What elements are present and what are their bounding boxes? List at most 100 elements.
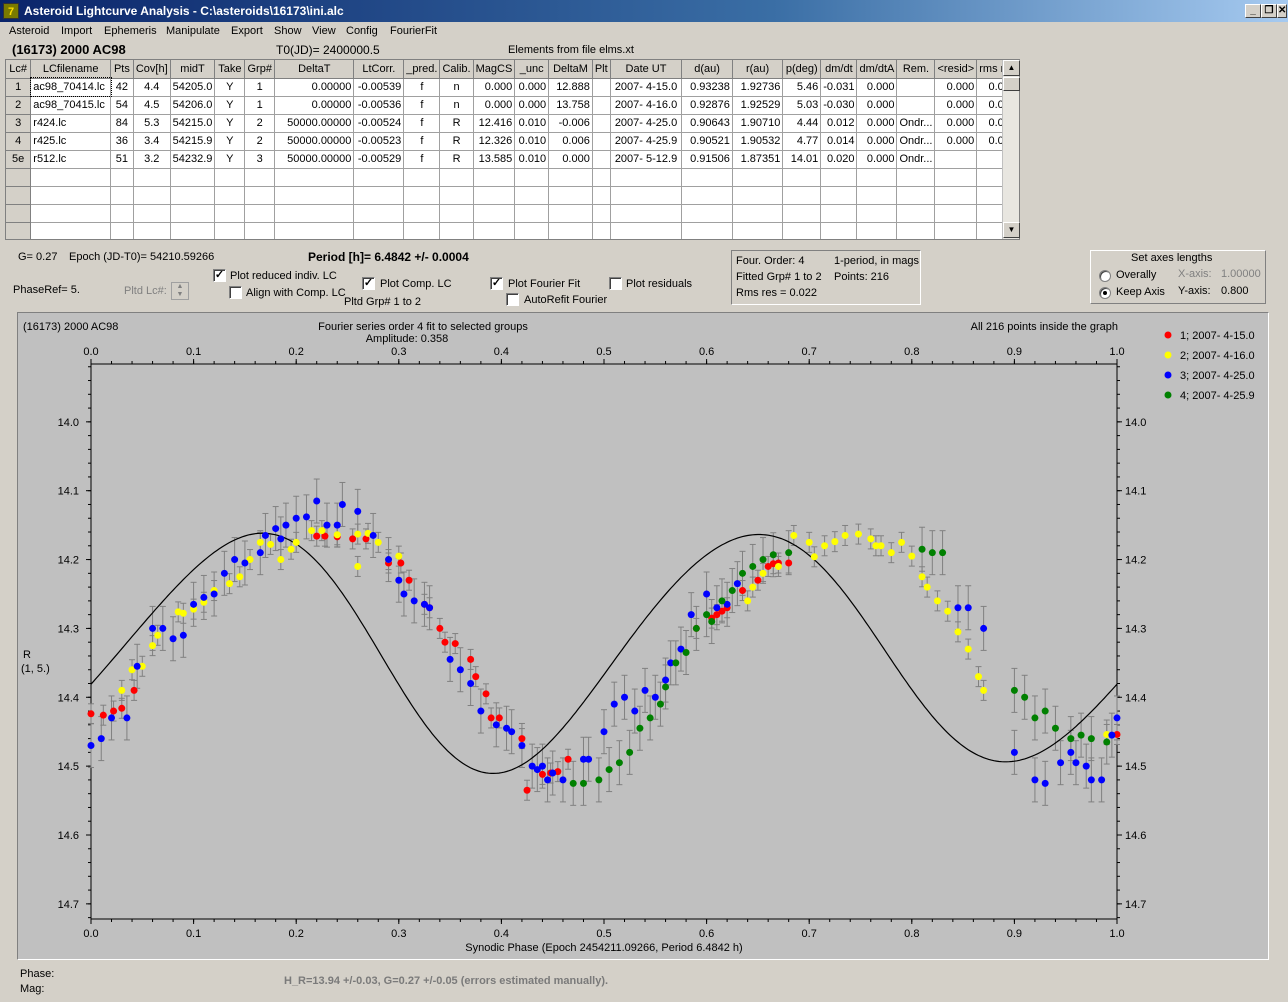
table-cell[interactable] <box>110 168 134 187</box>
column-header[interactable]: r(au) <box>732 60 784 79</box>
table-cell[interactable] <box>403 168 441 187</box>
table-cell[interactable] <box>592 186 611 205</box>
lightcurve-plot[interactable]: (16173) 2000 AC98 Fourier series order 4… <box>17 312 1269 960</box>
table-scrollbar[interactable]: ▲ ▼ <box>1002 60 1020 239</box>
table-cell[interactable] <box>856 222 898 239</box>
table-cell[interactable] <box>244 222 276 239</box>
menu-import[interactable]: Import <box>61 25 92 37</box>
table-cell[interactable] <box>610 204 683 223</box>
table-cell[interactable]: n <box>439 96 474 115</box>
table-cell[interactable]: 54215.9 <box>170 132 216 151</box>
column-header[interactable]: LtCorr. <box>353 60 405 79</box>
table-cell[interactable]: -0.030 <box>820 96 858 115</box>
table-cell[interactable] <box>732 186 784 205</box>
table-cell[interactable]: 2007- 4-16.0 <box>610 96 683 115</box>
table-cell[interactable]: 50000.00000 <box>274 150 355 169</box>
table-cell[interactable] <box>170 204 216 223</box>
table-cell[interactable] <box>856 168 898 187</box>
table-cell[interactable]: -0.031 <box>820 78 858 97</box>
table-cell[interactable]: 0.000 <box>934 114 978 133</box>
table-row[interactable]: 1 ac98_70414.lc 42 4.4 54205.0 Y 1 0.00000 -0.00… <box>6 77 1019 97</box>
menu-view[interactable]: View <box>312 25 336 37</box>
table-cell[interactable] <box>214 186 246 205</box>
table-cell[interactable]: Y <box>214 114 246 133</box>
table-cell[interactable] <box>514 168 550 187</box>
table-cell[interactable] <box>681 186 733 205</box>
table-cell[interactable]: 0.000 <box>856 96 898 115</box>
column-header[interactable]: Pts <box>110 60 134 79</box>
table-cell[interactable]: 0.010 <box>514 114 550 133</box>
table-cell[interactable]: 42 <box>110 78 134 97</box>
table-cell[interactable] <box>592 168 611 187</box>
table-cell[interactable]: r512.lc <box>30 150 112 169</box>
table-cell[interactable]: 1.92736 <box>732 78 784 97</box>
table-cell[interactable]: 1.87351 <box>732 150 784 169</box>
menu-config[interactable]: Config <box>346 25 378 37</box>
column-header[interactable]: _unc <box>514 60 550 79</box>
scroll-thumb[interactable] <box>1003 77 1020 91</box>
table-cell[interactable]: 0.006 <box>548 132 593 151</box>
column-header[interactable]: Take <box>214 60 246 79</box>
table-cell[interactable]: 0.00000 <box>274 96 355 115</box>
table-cell[interactable] <box>30 186 112 205</box>
table-cell[interactable]: 50000.00000 <box>274 132 355 151</box>
table-cell[interactable] <box>610 222 683 239</box>
table-cell[interactable]: 2007- 4-15.0 <box>610 78 683 97</box>
table-cell[interactable]: 0.93238 <box>681 78 733 97</box>
table-cell[interactable] <box>473 204 516 223</box>
menu-show[interactable]: Show <box>274 25 302 37</box>
table-cell[interactable]: -0.00529 <box>353 150 405 169</box>
pltd-lc-spinner[interactable]: ▲ ▼ <box>171 282 189 300</box>
table-row[interactable]: 3 r424.lc 84 5.3 54215.0 Y 2 50000.00000 -0.0052… <box>6 114 1019 133</box>
table-cell[interactable] <box>896 78 936 97</box>
table-cell[interactable] <box>820 204 858 223</box>
table-cell[interactable] <box>170 186 216 205</box>
row-header-cell[interactable] <box>6 204 32 223</box>
row-header-cell[interactable]: 3 <box>6 114 32 133</box>
table-cell[interactable]: 54 <box>110 96 134 115</box>
table-cell[interactable] <box>820 168 858 187</box>
table-cell[interactable]: 0.000 <box>856 78 898 97</box>
menu-ephemeris[interactable]: Ephemeris <box>104 25 157 37</box>
table-cell[interactable]: Y <box>214 150 246 169</box>
column-header[interactable]: Date UT <box>610 60 683 79</box>
table-cell[interactable]: 54205.0 <box>170 78 216 97</box>
table-cell[interactable]: R <box>439 132 474 151</box>
table-cell[interactable] <box>820 222 858 239</box>
table-cell[interactable]: 51 <box>110 150 134 169</box>
table-cell[interactable]: 12.888 <box>548 78 593 97</box>
table-cell[interactable]: 0.90521 <box>681 132 733 151</box>
table-row[interactable]: 5e r512.lc 51 3.2 54232.9 Y 3 50000.00000 -0.005… <box>6 150 1019 169</box>
table-cell[interactable] <box>30 204 112 223</box>
table-cell[interactable] <box>30 222 112 239</box>
column-header[interactable]: Plt <box>592 60 611 79</box>
table-cell[interactable]: -0.00539 <box>353 78 405 97</box>
plot-reduced-checkbox[interactable]: ✓ <box>213 269 226 282</box>
table-cell[interactable]: R <box>439 114 474 133</box>
table-cell[interactable] <box>592 78 611 97</box>
table-cell[interactable]: f <box>403 78 441 97</box>
table-cell[interactable]: 0.000 <box>856 150 898 169</box>
table-cell[interactable]: 5.3 <box>133 114 171 133</box>
table-cell[interactable] <box>214 168 246 187</box>
table-cell[interactable] <box>439 186 474 205</box>
column-header[interactable]: Rem. <box>896 60 936 79</box>
table-cell[interactable]: 0.000 <box>934 96 978 115</box>
table-cell[interactable]: 0.000 <box>548 150 593 169</box>
table-cell[interactable] <box>732 222 784 239</box>
table-cell[interactable]: 1 <box>244 78 276 97</box>
column-header[interactable]: DeltaM <box>548 60 593 79</box>
restore-button[interactable]: ❐ <box>1261 4 1277 18</box>
plot-residuals-checkbox[interactable] <box>609 277 622 290</box>
table-cell[interactable] <box>403 186 441 205</box>
table-cell[interactable] <box>214 222 246 239</box>
table-cell[interactable] <box>473 168 516 187</box>
table-cell[interactable] <box>170 222 216 239</box>
scroll-up-icon[interactable]: ▲ <box>1003 60 1020 76</box>
table-cell[interactable] <box>896 168 936 187</box>
table-cell[interactable]: 5.46 <box>782 78 822 97</box>
table-cell[interactable] <box>133 222 171 239</box>
row-header-cell[interactable]: 2 <box>6 96 32 115</box>
table-cell[interactable]: 14.01 <box>782 150 822 169</box>
table-cell[interactable] <box>514 222 550 239</box>
